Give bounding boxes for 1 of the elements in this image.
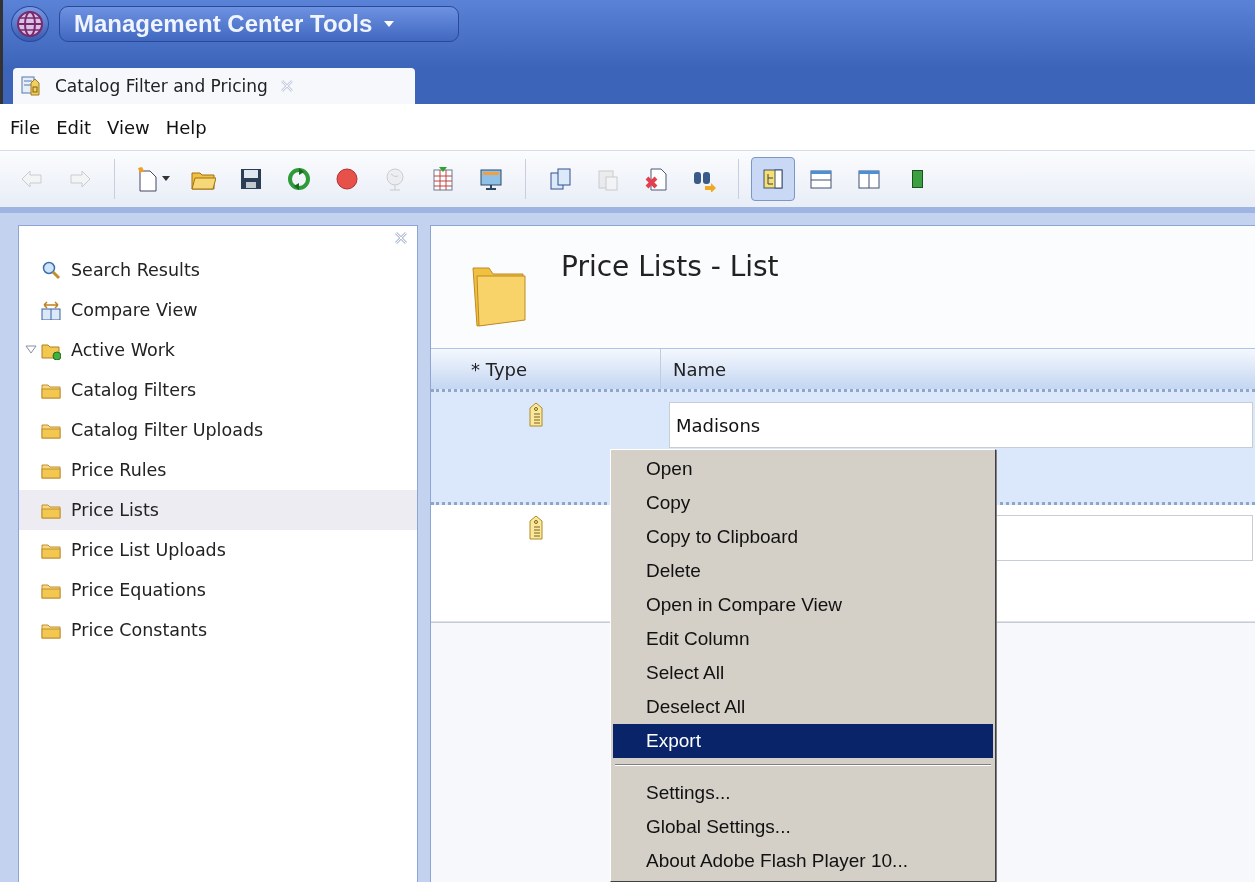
page-title: Price Lists - List: [561, 250, 779, 283]
